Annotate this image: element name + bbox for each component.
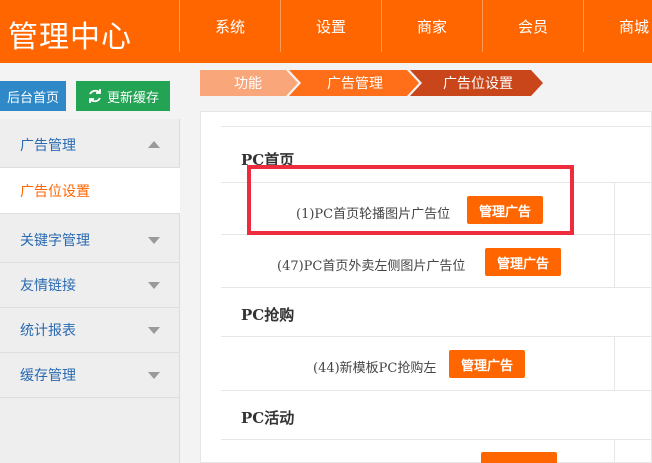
sidebar-item-reports[interactable]: 统计报表 — [0, 307, 180, 353]
nav-item-system[interactable]: 系统 — [179, 0, 280, 52]
divider — [221, 336, 652, 337]
chevron-down-icon — [148, 281, 160, 289]
app-title: 管理中心 — [8, 20, 132, 55]
divider — [221, 126, 652, 127]
nav-item-merchants[interactable]: 商家 — [381, 0, 482, 52]
ad-slot-panel: PC首页 (1)PC首页轮播图片广告位 管理广告 (47)PC首页外卖左侧图片广… — [200, 111, 652, 463]
ad-slot-label: (44)新模板PC抢购左 — [313, 361, 437, 376]
chevron-up-icon — [148, 140, 160, 148]
nav-item-settings[interactable]: 设置 — [280, 0, 381, 52]
top-header: 管理中心 系统 设置 商家 会员 商城 — [0, 0, 652, 63]
column-divider — [614, 439, 615, 463]
column-divider — [614, 336, 615, 390]
manage-ad-button[interactable]: 管理广告 — [485, 248, 561, 276]
sidebar-item-ad-slot-settings[interactable]: 广告位设置 — [0, 168, 180, 214]
chevron-down-icon — [148, 371, 160, 379]
top-nav: 系统 设置 商家 会员 商城 — [179, 0, 652, 52]
sidebar-item-label: 广告管理 — [20, 137, 76, 154]
divider — [221, 390, 652, 391]
sidebar: 广告管理 广告位设置 关键字管理 友情链接 统计报表 缓存管理 — [0, 119, 180, 463]
breadcrumb-item-ad-slot-settings: 广告位设置 — [443, 76, 513, 92]
chevron-down-icon — [148, 326, 160, 334]
sidebar-item-friend-links[interactable]: 友情链接 — [0, 262, 180, 308]
manage-ad-button[interactable] — [481, 452, 557, 463]
divider — [221, 439, 652, 440]
breadcrumb-item-ad-management[interactable]: 广告管理 — [300, 70, 410, 96]
chevron-down-icon — [148, 236, 160, 244]
sidebar-item-ad-management[interactable]: 广告管理 — [0, 122, 180, 168]
section-title-pc-activity: PC活动 — [241, 409, 295, 427]
sidebar-item-label: 统计报表 — [20, 322, 76, 339]
update-cache-button[interactable]: 更新缓存 — [76, 81, 170, 111]
update-cache-label: 更新缓存 — [106, 90, 159, 106]
nav-item-mall[interactable]: 商城 — [583, 0, 652, 52]
nav-item-members[interactable]: 会员 — [482, 0, 583, 52]
sidebar-item-label: 关键字管理 — [20, 232, 90, 249]
refresh-icon — [89, 89, 101, 103]
section-title-pc-flash-sale: PC抢购 — [241, 306, 295, 324]
breadcrumb-item-features[interactable]: 功能 — [200, 70, 296, 96]
home-button[interactable]: 后台首页 — [0, 81, 66, 111]
divider — [221, 287, 652, 288]
sidebar-item-keywords[interactable]: 关键字管理 — [0, 217, 180, 263]
sidebar-item-label: 缓存管理 — [20, 367, 76, 384]
sidebar-item-cache-management[interactable]: 缓存管理 — [0, 352, 180, 398]
sidebar-item-label: 友情链接 — [20, 277, 76, 294]
sidebar-item-label: 广告位设置 — [20, 183, 90, 200]
manage-ad-button[interactable]: 管理广告 — [449, 350, 525, 378]
ad-slot-label: (47)PC首页外卖左侧图片广告位 — [277, 259, 466, 274]
highlight-box — [247, 165, 574, 235]
